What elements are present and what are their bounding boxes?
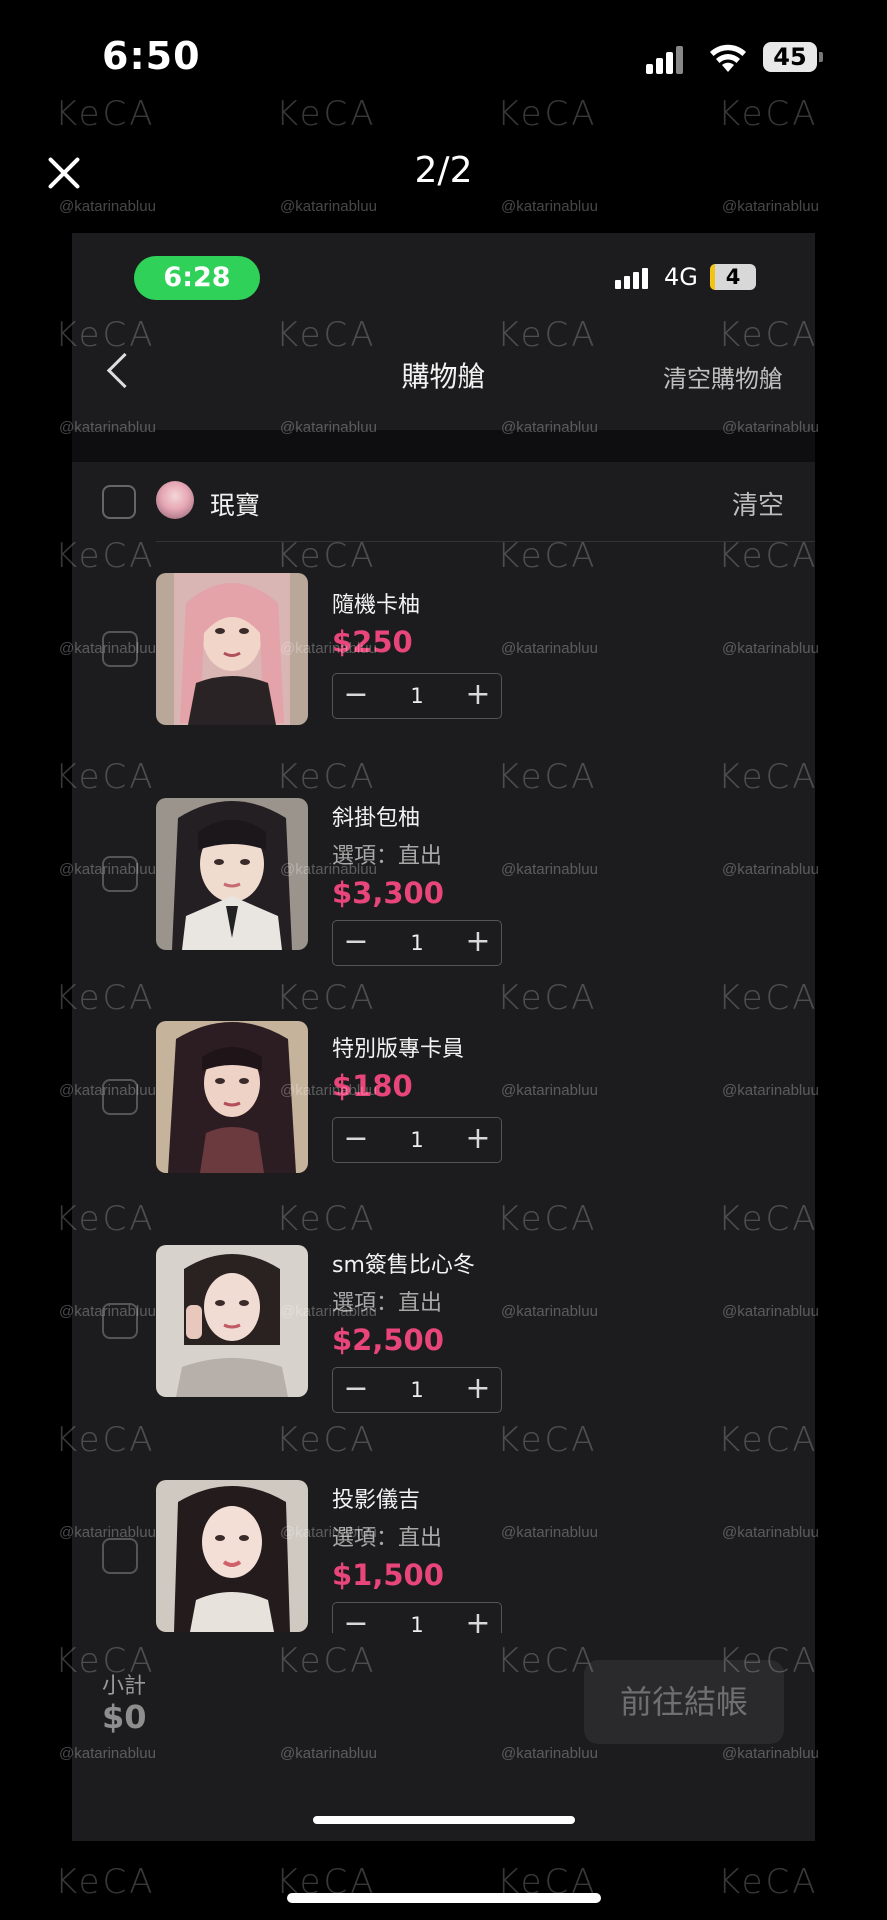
item-select-checkbox[interactable]	[102, 1079, 138, 1115]
quantity-value: 1	[410, 931, 424, 955]
product-photo[interactable]	[156, 1021, 308, 1173]
quantity-stepper: − 1 +	[332, 1367, 502, 1413]
quantity-value: 1	[410, 1378, 424, 1402]
product-photo-art	[156, 1021, 308, 1173]
inner-battery-indicator: 4	[710, 264, 756, 290]
divider	[156, 541, 815, 542]
item-name: 特別版專卡員	[332, 1037, 465, 1062]
wifi-icon	[710, 44, 746, 72]
watermark-handle: @katarinabluu	[59, 198, 156, 215]
shop-select-checkbox[interactable]	[102, 485, 136, 519]
product-photo[interactable]	[156, 573, 308, 725]
product-photo-art	[156, 798, 308, 950]
battery-level	[710, 264, 715, 290]
inner-home-indicator	[313, 1816, 575, 1824]
item-name: 斜掛包柚	[332, 806, 421, 831]
battery-indicator: 45	[763, 42, 823, 72]
outer-clock: 6:50	[102, 34, 201, 78]
quantity-stepper: − 1 +	[332, 673, 502, 719]
product-photo-art	[156, 1480, 308, 1632]
quantity-value: 1	[410, 684, 424, 708]
item-price: $3,300	[332, 876, 444, 910]
item-select-checkbox[interactable]	[102, 1303, 138, 1339]
inner-signal-icon	[615, 268, 651, 289]
cellular-signal-icon	[646, 46, 686, 74]
item-option: 選項：直出	[332, 1291, 443, 1316]
item-price: $250	[332, 625, 413, 659]
page-counter: 2/2	[414, 150, 473, 191]
item-price: $2,500	[332, 1323, 444, 1357]
item-option: 選項：直出	[332, 1526, 443, 1551]
outer-status-bar: 6:50 45	[0, 0, 887, 110]
decrease-quantity-button[interactable]: −	[333, 674, 379, 718]
inner-clock: 6:28	[134, 256, 260, 300]
increase-quantity-button[interactable]: +	[455, 1118, 501, 1162]
watermark-handle: @katarinabluu	[501, 198, 598, 215]
watermark-handle: @katarinabluu	[722, 198, 819, 215]
subtotal-value: $0	[102, 1698, 147, 1736]
item-select-checkbox[interactable]	[102, 631, 138, 667]
increase-quantity-button[interactable]: +	[455, 921, 501, 965]
item-name: 隨機卡柚	[332, 593, 421, 618]
decrease-quantity-button[interactable]: −	[333, 1118, 379, 1162]
product-photo[interactable]	[156, 798, 308, 950]
item-option: 選項：直出	[332, 844, 443, 869]
increase-quantity-button[interactable]: +	[455, 1368, 501, 1412]
quantity-stepper: − 1 +	[332, 1117, 502, 1163]
increase-quantity-button[interactable]: +	[455, 674, 501, 718]
product-photo-art	[156, 1245, 308, 1397]
item-price: $1,500	[332, 1558, 444, 1592]
network-type: 4G	[664, 263, 698, 291]
item-select-checkbox[interactable]	[102, 1538, 138, 1574]
decrease-quantity-button[interactable]: −	[333, 921, 379, 965]
checkout-button[interactable]: 前往結帳	[584, 1660, 784, 1744]
product-photo[interactable]	[156, 1245, 308, 1397]
watermark-handle: @katarinabluu	[280, 198, 377, 215]
decrease-quantity-button[interactable]: −	[333, 1368, 379, 1412]
subtotal-label: 小計	[102, 1674, 147, 1699]
product-photo[interactable]	[156, 1480, 308, 1632]
clear-cart-button[interactable]: 清空購物艙	[663, 359, 783, 394]
quantity-value: 1	[410, 1128, 424, 1152]
item-price: $180	[332, 1069, 413, 1103]
watermark-logo: KeCA	[55, 1862, 156, 1902]
watermark-logo: KeCA	[718, 1862, 819, 1902]
item-name: 投影儀吉	[332, 1488, 421, 1513]
shop-clear-button[interactable]: 清空	[732, 485, 784, 522]
inner-battery-value: 4	[725, 265, 741, 289]
item-name: sm簽售比心冬	[332, 1253, 475, 1278]
quantity-stepper: − 1 +	[332, 920, 502, 966]
shop-name: 珉寶	[210, 491, 261, 520]
divider	[72, 430, 815, 462]
shop-avatar	[156, 481, 194, 519]
home-indicator	[287, 1893, 601, 1903]
product-photo-art	[156, 573, 308, 725]
item-select-checkbox[interactable]	[102, 856, 138, 892]
cart-screenshot: 6:28 4G 4 購物艙 清空購物艙 珉寶 清空 隨機卡柚 $250 − 1 …	[72, 233, 815, 1841]
